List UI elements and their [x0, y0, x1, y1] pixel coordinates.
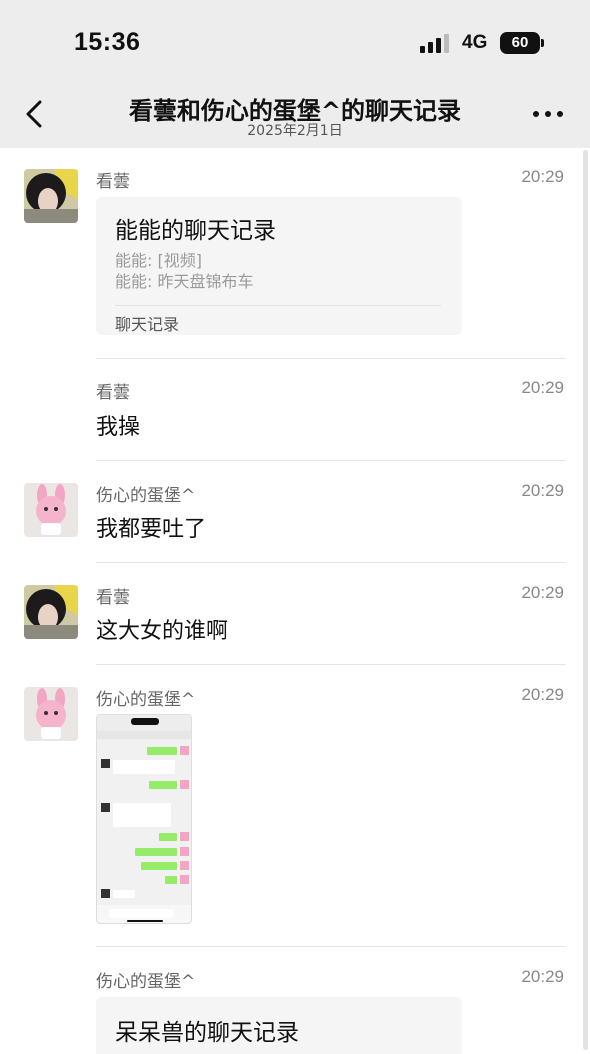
message-time: 20:29: [521, 378, 564, 397]
message-text: 我操: [96, 415, 141, 440]
divider: [96, 358, 566, 359]
divider: [96, 664, 566, 665]
divider: [96, 562, 566, 563]
message-time: 20:29: [521, 167, 564, 186]
chat-record-card[interactable]: 能能的聊天记录 能能: [视频] 能能: 昨天盘锦布车 聊天记录: [96, 197, 462, 335]
message-text: 这大女的谁啊: [96, 619, 229, 644]
page-subtitle: 2025年2月1日: [247, 123, 343, 139]
message-time: 20:29: [521, 967, 564, 986]
card-footer: 聊天记录: [115, 315, 180, 334]
avatar[interactable]: [24, 687, 78, 741]
card-line: 能能: 昨天盘锦布车: [115, 272, 254, 291]
sender-name: 伤心的蛋堡^: [96, 486, 196, 506]
message-time: 20:29: [521, 583, 564, 602]
scrollbar[interactable]: [583, 150, 588, 1050]
message-text: 我都要吐了: [96, 517, 207, 542]
sender-name: 看蕓: [96, 172, 130, 192]
battery-tip: [541, 39, 544, 47]
network-type: 4G: [462, 32, 488, 53]
sender-name: 看蕓: [96, 383, 130, 403]
sender-name: 看蕓: [96, 588, 130, 608]
signal-icon: [420, 33, 452, 53]
nav-bar: 看蕓和伤心的蛋堡^的聊天记录 2025年2月1日: [0, 86, 590, 148]
chat-record-card[interactable]: 呆呆兽的聊天记录: [96, 997, 462, 1054]
message-time: 20:29: [521, 685, 564, 704]
battery-icon: 60: [500, 32, 540, 54]
status-time: 15:36: [74, 28, 141, 56]
avatar[interactable]: [24, 483, 78, 537]
status-bar: 15:36 4G 60: [0, 0, 590, 86]
more-icon[interactable]: [530, 106, 566, 122]
divider: [96, 460, 566, 461]
card-title: 呆呆兽的聊天记录: [115, 1020, 299, 1046]
card-title: 能能的聊天记录: [115, 218, 276, 244]
avatar[interactable]: [24, 169, 78, 223]
avatar[interactable]: [24, 585, 78, 639]
divider: [96, 946, 566, 947]
image-thumbnail[interactable]: [96, 714, 192, 924]
card-separator: [115, 305, 441, 306]
sender-name: 伤心的蛋堡^: [96, 690, 196, 710]
sender-name: 伤心的蛋堡^: [96, 972, 196, 992]
message-time: 20:29: [521, 481, 564, 500]
